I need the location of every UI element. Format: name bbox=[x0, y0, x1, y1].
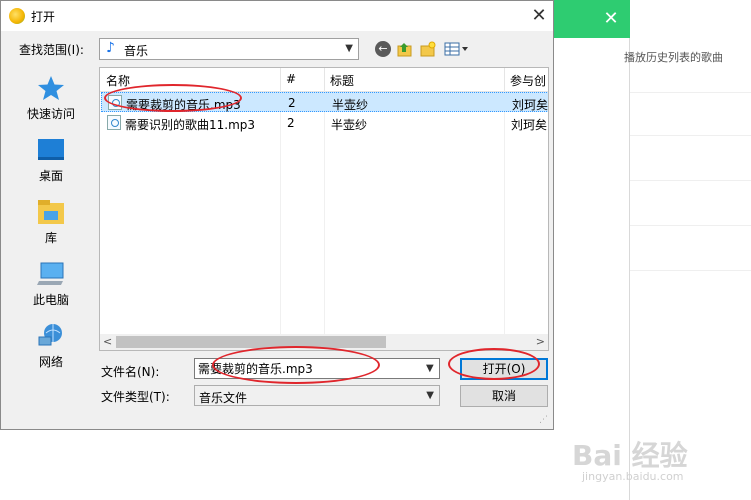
place-label: 库 bbox=[44, 231, 57, 245]
look-in-value: 音乐 bbox=[124, 44, 149, 58]
place-label: 网络 bbox=[38, 355, 63, 369]
file-artist: 刘珂矣 bbox=[512, 98, 549, 112]
network-icon bbox=[38, 324, 62, 346]
file-type-label: 文件类型(T): bbox=[101, 390, 170, 404]
file-row[interactable]: 需要识别的歌曲11.mp3 2 半壶纱 刘珂矣 bbox=[101, 113, 548, 133]
up-folder-icon bbox=[397, 43, 412, 57]
background-list-line bbox=[630, 180, 751, 181]
background-close-icon[interactable]: ✕ bbox=[598, 6, 624, 32]
column-header-number[interactable]: # bbox=[286, 72, 296, 86]
file-title: 半壶纱 bbox=[332, 98, 369, 112]
file-artist: 刘珂矣 bbox=[511, 118, 548, 132]
place-label: 桌面 bbox=[38, 169, 63, 183]
place-network[interactable]: 网络 bbox=[9, 319, 93, 375]
file-title: 半壶纱 bbox=[331, 118, 368, 132]
view-menu-button[interactable] bbox=[444, 41, 470, 57]
scroll-left-icon[interactable]: < bbox=[103, 335, 112, 348]
star-icon bbox=[38, 76, 64, 100]
background-list-line bbox=[630, 225, 751, 226]
horizontal-scrollbar[interactable]: < > bbox=[100, 334, 548, 350]
file-name: 需要识别的歌曲11.mp3 bbox=[125, 118, 256, 132]
file-list-header: 名称 ^ # 标题 参与创 bbox=[100, 67, 548, 92]
file-track-number: 2 bbox=[288, 96, 296, 110]
resize-grip-icon[interactable]: ⋰ bbox=[539, 415, 551, 427]
column-separator[interactable] bbox=[280, 68, 281, 91]
computer-icon bbox=[37, 262, 64, 285]
dialog-close-button[interactable]: ✕ bbox=[527, 4, 551, 28]
music-note-icon: ♪ bbox=[106, 40, 115, 56]
place-label: 快速访问 bbox=[26, 107, 75, 121]
column-header-artist[interactable]: 参与创 bbox=[510, 72, 546, 89]
back-button[interactable]: ← bbox=[375, 41, 391, 57]
up-folder-button[interactable] bbox=[397, 41, 413, 57]
open-button[interactable]: 打开(O) bbox=[460, 358, 548, 380]
file-name-label: 文件名(N): bbox=[101, 365, 160, 379]
cancel-button[interactable]: 取消 bbox=[460, 385, 548, 407]
dialog-title: 打开 bbox=[31, 10, 56, 24]
sort-up-icon: ^ bbox=[186, 67, 194, 75]
file-row[interactable]: 需要裁剪的音乐.mp3 2 半壶纱 刘珂矣 bbox=[101, 92, 549, 112]
audio-file-icon bbox=[107, 115, 121, 130]
background-app-panel: ✕ bbox=[554, 0, 751, 500]
background-list-line bbox=[630, 135, 751, 136]
look-in-label: 查找范围(I): bbox=[19, 43, 84, 57]
desktop-icon bbox=[38, 139, 64, 160]
column-separator[interactable] bbox=[504, 68, 505, 91]
app-logo-icon bbox=[9, 8, 25, 24]
place-quick-access[interactable]: 快速访问 bbox=[9, 71, 93, 127]
file-type-value: 音乐文件 bbox=[199, 391, 248, 405]
library-icon bbox=[38, 200, 64, 224]
background-list-line bbox=[630, 92, 751, 93]
background-app-header: ✕ bbox=[554, 0, 630, 38]
scrollbar-thumb[interactable] bbox=[116, 336, 386, 348]
file-name-input[interactable] bbox=[194, 358, 440, 379]
file-list[interactable]: 名称 ^ # 标题 参与创 需要裁剪的音乐.mp3 2 半壶纱 刘珂矣 需要识别… bbox=[99, 67, 549, 351]
chevron-down-icon: ▼ bbox=[345, 43, 353, 54]
places-bar: 快速访问 桌面 库 此电脑 网络 bbox=[9, 67, 93, 371]
file-track-number: 2 bbox=[287, 116, 295, 130]
background-divider bbox=[629, 38, 630, 500]
new-folder-button[interactable] bbox=[420, 41, 436, 57]
arrow-left-icon: ← bbox=[378, 42, 388, 55]
look-in-dropdown[interactable]: ♪ 音乐 ▼ bbox=[99, 38, 359, 60]
scroll-right-icon[interactable]: > bbox=[536, 335, 545, 348]
column-separator[interactable] bbox=[324, 68, 325, 91]
file-name: 需要裁剪的音乐.mp3 bbox=[126, 98, 241, 112]
place-this-pc[interactable]: 此电脑 bbox=[9, 257, 93, 313]
background-hint-text: 播放历史列表的歌曲 bbox=[624, 51, 723, 64]
column-header-name[interactable]: 名称 bbox=[106, 72, 130, 89]
watermark-url: jingyan.baidu.com bbox=[582, 470, 684, 483]
file-type-dropdown[interactable]: 音乐文件 ▼ bbox=[194, 385, 440, 406]
place-label: 此电脑 bbox=[32, 293, 69, 307]
dialog-titlebar[interactable]: 打开 ✕ bbox=[1, 1, 553, 31]
chevron-down-icon[interactable]: ▼ bbox=[426, 363, 434, 374]
open-file-dialog: 打开 ✕ 查找范围(I): ♪ 音乐 ▼ ← 快速访问 桌面 库 此电脑 网络 … bbox=[0, 0, 554, 430]
new-folder-icon bbox=[420, 41, 436, 57]
view-grid-icon bbox=[444, 42, 468, 56]
chevron-down-icon: ▼ bbox=[426, 390, 434, 401]
background-list-line bbox=[630, 270, 751, 271]
place-library[interactable]: 库 bbox=[9, 195, 93, 251]
place-desktop[interactable]: 桌面 bbox=[9, 133, 93, 189]
column-header-title[interactable]: 标题 bbox=[330, 72, 354, 89]
audio-file-icon bbox=[108, 95, 122, 110]
watermark-logo: Bai 经验 bbox=[572, 439, 688, 472]
